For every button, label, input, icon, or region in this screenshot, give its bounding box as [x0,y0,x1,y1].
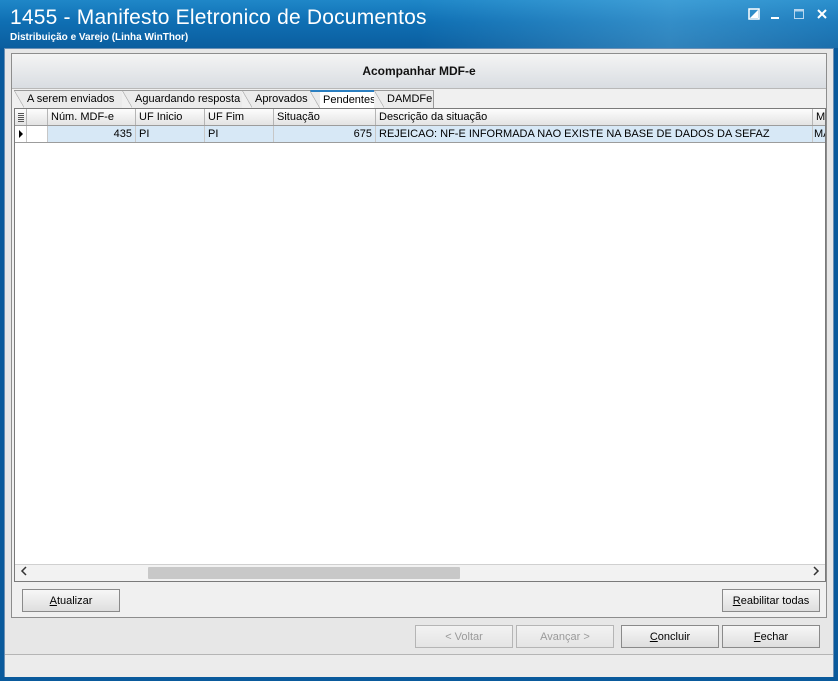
tab-label: DAMDFe [387,93,433,105]
restore-icon[interactable] [747,8,761,22]
col-mo[interactable]: Mo [813,109,825,125]
tab-aguardando-resposta[interactable]: Aguardando resposta [122,90,248,108]
cell-uf-fim[interactable]: PI [205,126,274,142]
scrollbar-thumb[interactable] [148,567,460,579]
horizontal-scrollbar[interactable] [15,564,825,581]
tab-damdfe[interactable]: DAMDFe [374,90,434,108]
concluir-label: oncluir [657,631,691,643]
close-icon[interactable] [815,8,829,22]
tab-pendentes[interactable]: Pendentes [310,90,384,109]
voltar-button[interactable]: < Voltar [415,625,513,648]
atualizar-label: tualizar [56,595,93,607]
cell-situacao[interactable]: 675 [274,126,376,142]
col-uf-fim[interactable]: UF Fim [205,109,274,125]
grid-header: Núm. MDF-e UF Inicio UF Fim Situação Des… [15,109,825,126]
cell-descricao[interactable]: REJEICAO: NF-E INFORMADA NAO EXISTE NA B… [376,126,813,142]
tab-a-serem-enviados[interactable]: A serem enviados [14,90,126,108]
chevron-right-icon[interactable] [809,565,823,581]
concluir-button[interactable]: Concluir [621,625,719,648]
cell-mo[interactable]: MA [813,126,825,142]
concluir-accel: C [649,631,658,643]
tab-label: A serem enviados [27,93,115,105]
window-title: 1455 - Manifesto Eletronico de Documento… [10,6,427,29]
mdfe-grid[interactable]: Núm. MDF-e UF Inicio UF Fim Situação Des… [14,108,826,582]
tab-label: Pendentes [323,94,376,106]
tab-aprovados[interactable]: Aprovados [242,90,318,108]
row-blank-cell [27,126,48,142]
main-window: Acompanhar MDF-e A serem enviados Aguard… [4,48,834,677]
reabilitar-accel: R [732,595,741,607]
avancar-button[interactable]: Avançar > [516,625,614,648]
reabilitar-todas-button[interactable]: Reabilitar todas [722,589,820,612]
chevron-left-icon[interactable] [17,565,31,581]
status-bar [5,654,833,677]
col-situacao[interactable]: Situação [274,109,376,125]
fechar-label: echar [760,631,789,643]
tab-label: Aprovados [255,93,308,105]
fechar-accel: F [753,631,761,643]
tab-label: Aguardando resposta [135,93,241,105]
reabilitar-label: eabilitar todas [740,595,810,607]
window-subtitle: Distribuição e Varejo (Linha WinThor) [10,32,189,43]
panel-header: Acompanhar MDF-e [12,54,826,89]
row-pointer-icon [15,126,27,142]
table-row[interactable]: 435 PI PI 675 REJEICAO: NF-E INFORMADA N… [15,126,825,143]
minimize-icon[interactable] [768,8,782,22]
title-bar: 1455 - Manifesto Eletronico de Documento… [0,0,838,48]
mdfe-panel: Acompanhar MDF-e A serem enviados Aguard… [11,53,827,618]
col-num-mdfe[interactable]: Núm. MDF-e [48,109,136,125]
grid-menu-icon[interactable] [15,109,27,125]
fechar-button[interactable]: Fechar [722,625,820,648]
cell-num-mdfe[interactable]: 435 [48,126,136,142]
atualizar-accel: A [49,595,57,607]
maximize-icon[interactable] [792,8,806,22]
col-uf-inicio[interactable]: UF Inicio [136,109,205,125]
grid-header-blank [27,109,48,125]
cell-uf-inicio[interactable]: PI [136,126,205,142]
col-descricao[interactable]: Descrição da situação [376,109,813,125]
atualizar-button[interactable]: Atualizar [22,589,120,612]
